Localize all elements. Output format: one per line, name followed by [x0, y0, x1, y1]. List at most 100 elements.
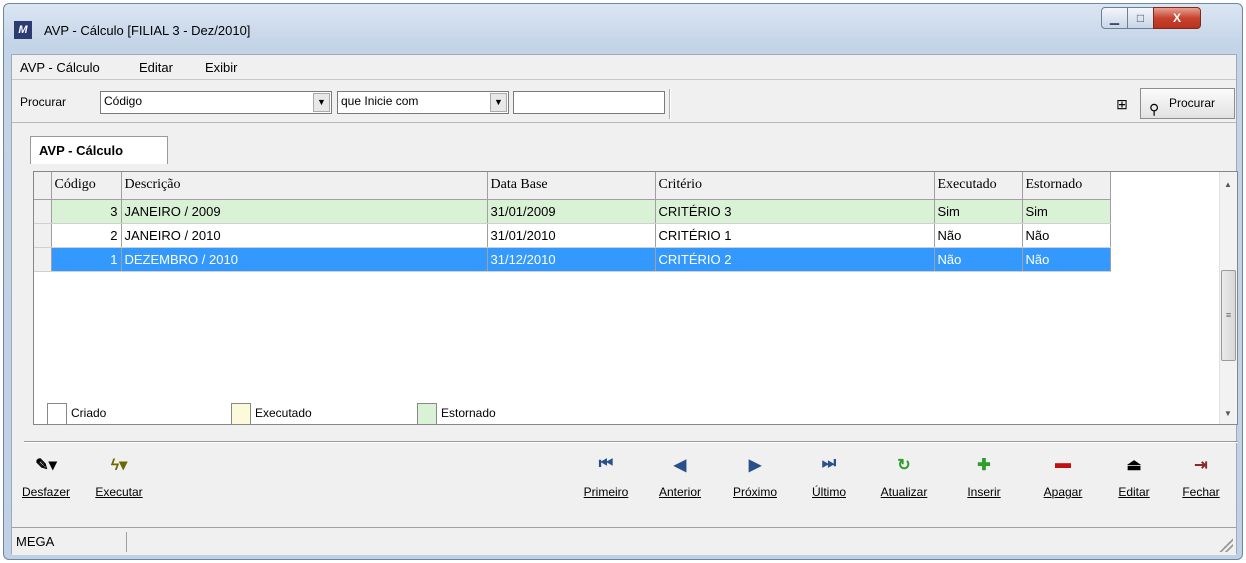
resize-grip-icon[interactable]	[1219, 538, 1233, 552]
plus-icon: ✚	[977, 457, 991, 474]
column-header-data-base[interactable]: Data Base	[487, 172, 656, 200]
procurar-button-label: Procurar	[1169, 96, 1216, 110]
divider	[24, 441, 1238, 443]
close-button[interactable]: X	[1153, 7, 1201, 29]
cell-codigo[interactable]: 2	[51, 223, 122, 248]
vertical-scrollbar[interactable]: ▲ ≡ ▼	[1219, 172, 1237, 424]
apagar-label: Apagar	[1043, 485, 1083, 499]
cell-descricao[interactable]: DEZEMBRO / 2010	[121, 247, 488, 272]
apagar-button[interactable]: ▬ Apagar	[1032, 455, 1094, 499]
legend-executado: Executado	[231, 403, 312, 425]
first-record-icon: ⏮	[598, 455, 614, 472]
editar-button[interactable]: ⏏ Editar	[1109, 455, 1159, 499]
search-condition-value: que Inicie com	[341, 94, 419, 108]
lightning-icon: ϟ▾	[110, 457, 128, 474]
column-header-executado[interactable]: Executado	[934, 172, 1023, 200]
app-logo-icon[interactable]: M	[14, 21, 32, 39]
primeiro-label: Primeiro	[583, 485, 629, 499]
column-header-codigo[interactable]: Código	[51, 172, 122, 200]
column-header-estornado[interactable]: Estornado	[1022, 172, 1111, 200]
cell-executado[interactable]: Não	[934, 223, 1023, 248]
atualizar-button[interactable]: ↻ Atualizar	[870, 455, 938, 499]
search-label: Procurar	[20, 95, 67, 109]
search-bar: Procurar Código ▼ que Inicie com ▼ ⊞ ⚲ P…	[12, 81, 1236, 123]
cell-criterio[interactable]: CRITÉRIO 3	[655, 199, 935, 224]
cell-criterio[interactable]: CRITÉRIO 2	[655, 247, 935, 272]
row-indicator-header	[34, 172, 52, 200]
menu-bar: AVP - Cálculo Editar Exibir	[12, 55, 1236, 80]
next-record-icon: ▶	[748, 457, 762, 474]
cell-descricao[interactable]: JANEIRO / 2010	[121, 223, 488, 248]
maximize-button[interactable]: □	[1127, 7, 1154, 29]
refresh-icon: ↻	[897, 457, 911, 474]
legend-swatch-criado	[47, 403, 67, 425]
cell-descricao[interactable]: JANEIRO / 2009	[121, 199, 488, 224]
application-window: M AVP - Cálculo [FILIAL 3 - Dez/2010] ▁ …	[3, 3, 1243, 560]
table-row-selected[interactable]: 1 DEZEMBRO / 2010 31/12/2010 CRITÉRIO 2 …	[34, 247, 1111, 272]
desfazer-button[interactable]: ✎▾ Desfazer	[16, 455, 76, 499]
legend-label: Estornado	[441, 406, 496, 421]
cell-codigo[interactable]: 1	[51, 247, 122, 272]
legend-estornado: Estornado	[417, 403, 496, 425]
data-grid[interactable]: Código Descrição Data Base Critério Exec…	[33, 171, 1238, 425]
menu-editar[interactable]: Editar	[139, 60, 173, 75]
cell-data-base[interactable]: 31/12/2010	[487, 247, 656, 272]
scroll-thumb[interactable]: ≡	[1221, 270, 1236, 361]
legend-swatch-executado	[231, 403, 251, 425]
status-bar: MEGA	[12, 527, 1236, 555]
cell-executado[interactable]: Sim	[934, 199, 1023, 224]
proximo-label: Próximo	[732, 485, 777, 499]
menu-exibir[interactable]: Exibir	[205, 60, 238, 75]
search-condition-select[interactable]: que Inicie com ▼	[337, 91, 509, 114]
tab-avp-calculo[interactable]: AVP - Cálculo	[30, 136, 168, 164]
binoculars-icon: ⚲	[1149, 101, 1160, 117]
procurar-button[interactable]: ⚲ Procurar	[1140, 88, 1235, 119]
desfazer-label: Desfazer	[21, 485, 71, 499]
legend-label: Executado	[255, 406, 312, 421]
scroll-up-icon[interactable]: ▲	[1224, 180, 1232, 189]
row-indicator[interactable]	[34, 247, 52, 272]
title-bar[interactable]: M AVP - Cálculo [FILIAL 3 - Dez/2010] ▁ …	[4, 4, 1242, 54]
row-indicator[interactable]	[34, 223, 52, 248]
executar-button[interactable]: ϟ▾ Executar	[84, 455, 154, 499]
anterior-button[interactable]: ◀ Anterior	[648, 455, 712, 499]
menu-avp-calculo[interactable]: AVP - Cálculo	[20, 60, 100, 75]
editar-label: Editar	[1118, 485, 1150, 499]
primeiro-button[interactable]: ⏮ Primeiro	[574, 455, 638, 499]
cell-codigo[interactable]: 3	[51, 199, 122, 224]
cell-data-base[interactable]: 31/01/2009	[487, 199, 656, 224]
eraser-icon: ✎▾	[35, 457, 57, 474]
column-header-criterio[interactable]: Critério	[655, 172, 935, 200]
cell-estornado[interactable]: Não	[1022, 247, 1111, 272]
cell-executado[interactable]: Não	[934, 247, 1023, 272]
inserir-button[interactable]: ✚ Inserir	[954, 455, 1014, 499]
search-field-value: Código	[104, 94, 143, 108]
fechar-label: Fechar	[1182, 485, 1220, 499]
legend-swatch-estornado	[417, 403, 437, 425]
search-field-select[interactable]: Código ▼	[100, 91, 332, 114]
status-company: MEGA	[16, 532, 127, 552]
dropdown-arrow-icon[interactable]: ▼	[313, 93, 330, 112]
cell-estornado[interactable]: Sim	[1022, 199, 1111, 224]
table-row[interactable]: 3 JANEIRO / 2009 31/01/2009 CRITÉRIO 3 S…	[34, 199, 1111, 224]
atualizar-label: Atualizar	[880, 485, 928, 499]
cell-data-base[interactable]: 31/01/2010	[487, 223, 656, 248]
cell-criterio[interactable]: CRITÉRIO 1	[655, 223, 935, 248]
eject-icon: ⏏	[1126, 457, 1142, 474]
window-title: AVP - Cálculo [FILIAL 3 - Dez/2010]	[44, 23, 251, 38]
minimize-button[interactable]: ▁	[1101, 7, 1128, 29]
fechar-button[interactable]: ⇥ Fechar	[1174, 455, 1228, 499]
dropdown-arrow-icon[interactable]: ▼	[490, 93, 507, 112]
inserir-label: Inserir	[967, 485, 1001, 499]
filter-icon[interactable]: ⊞	[1109, 91, 1135, 117]
row-indicator[interactable]	[34, 199, 52, 224]
minus-icon: ▬	[1055, 455, 1071, 472]
anterior-label: Anterior	[658, 485, 702, 499]
last-record-icon: ⏭	[821, 455, 837, 472]
search-input[interactable]	[513, 91, 665, 114]
column-header-descricao[interactable]: Descrição	[121, 172, 488, 200]
table-row[interactable]: 2 JANEIRO / 2010 31/01/2010 CRITÉRIO 1 N…	[34, 223, 1111, 248]
ultimo-button[interactable]: ⏭ Último	[797, 455, 861, 499]
proximo-button[interactable]: ▶ Próximo	[723, 455, 787, 499]
cell-estornado[interactable]: Não	[1022, 223, 1111, 248]
